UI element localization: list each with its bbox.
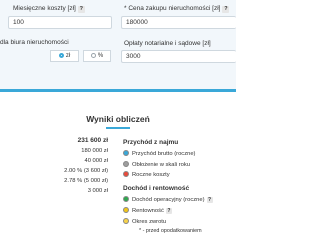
result-value: 231 600 zł <box>77 137 108 144</box>
agency-option-percent: % <box>97 53 104 59</box>
results-title: Wyniki obliczeń <box>86 114 150 124</box>
legend-label: Roczne koszty <box>132 172 170 178</box>
return-section-title: Dochód i rentowność <box>123 185 190 192</box>
help-icon[interactable]: ? <box>206 197 213 203</box>
input-form-panel: Miesięczne koszty [zł]? 100 * Cena zakup… <box>0 0 236 92</box>
result-value: 2.00 % (3 600 zł) <box>64 168 108 174</box>
legend-label: Rentowność <box>132 208 164 214</box>
yellow-dot-icon <box>123 207 129 213</box>
purchase-price-label: * Cena zakupu nieruchomości [zł]? <box>124 5 230 13</box>
blue-dot-icon <box>123 150 129 156</box>
monthly-costs-label: Miesięczne koszty [zł]? <box>13 5 85 13</box>
result-value: 2.78 % (5 000 zł) <box>64 178 108 184</box>
monthly-costs-input[interactable]: 100 <box>8 16 112 29</box>
agency-fee-unit-percent-radio[interactable]: % <box>83 50 111 62</box>
legend-label: Dochód operacyjny (roczne) <box>132 197 205 203</box>
legend-label: Okres zwrotu <box>132 219 167 225</box>
legend-label: Przychód brutto (roczne) <box>132 151 196 157</box>
legend-item: Okres zwrotu <box>123 218 166 225</box>
help-icon[interactable]: ? <box>77 6 85 13</box>
result-value: 3 000 zł <box>87 188 108 194</box>
result-value: 40 000 zł <box>84 158 108 164</box>
radio-unselected-icon <box>90 53 96 58</box>
legend-item: Dochód operacyjny (roczne)? <box>123 196 213 203</box>
legend-item: Obłożenie w skali roku <box>123 161 190 168</box>
legend-item: Rentowność? <box>123 207 172 214</box>
agency-fee-label: dla biura nieruchomości <box>0 39 69 46</box>
green-dot-icon <box>123 196 129 202</box>
legend-item: Roczne koszty <box>123 171 170 178</box>
notary-fees-input[interactable]: 3000 <box>121 50 236 63</box>
income-section-title: Przychód z najmu <box>123 139 179 146</box>
radio-selected-icon <box>58 53 64 58</box>
agency-fee-unit-zl-radio[interactable]: zł <box>50 50 79 62</box>
help-icon[interactable]: ? <box>165 208 172 214</box>
agency-option-zl: zł <box>65 53 71 59</box>
help-icon[interactable]: ? <box>222 6 230 13</box>
gray-dot-icon <box>123 161 129 167</box>
notary-fees-label: Opłaty notarialne i sądowe [zł] <box>124 40 211 47</box>
orange-dot-icon <box>123 218 129 224</box>
purchase-price-input[interactable]: 180000 <box>121 16 236 29</box>
title-underline <box>106 127 130 129</box>
pre-tax-note: * - przed opodatkowaniem <box>139 228 202 234</box>
monthly-costs-label-text: Miesięczne koszty [zł] <box>13 5 76 12</box>
legend-label: Obłożenie w skali roku <box>132 162 190 168</box>
result-value: 180 000 zł <box>81 148 108 154</box>
purchase-price-label-text: * Cena zakupu nieruchomości [zł] <box>124 5 221 12</box>
red-dot-icon <box>123 171 129 177</box>
legend-item: Przychód brutto (roczne) <box>123 150 195 157</box>
